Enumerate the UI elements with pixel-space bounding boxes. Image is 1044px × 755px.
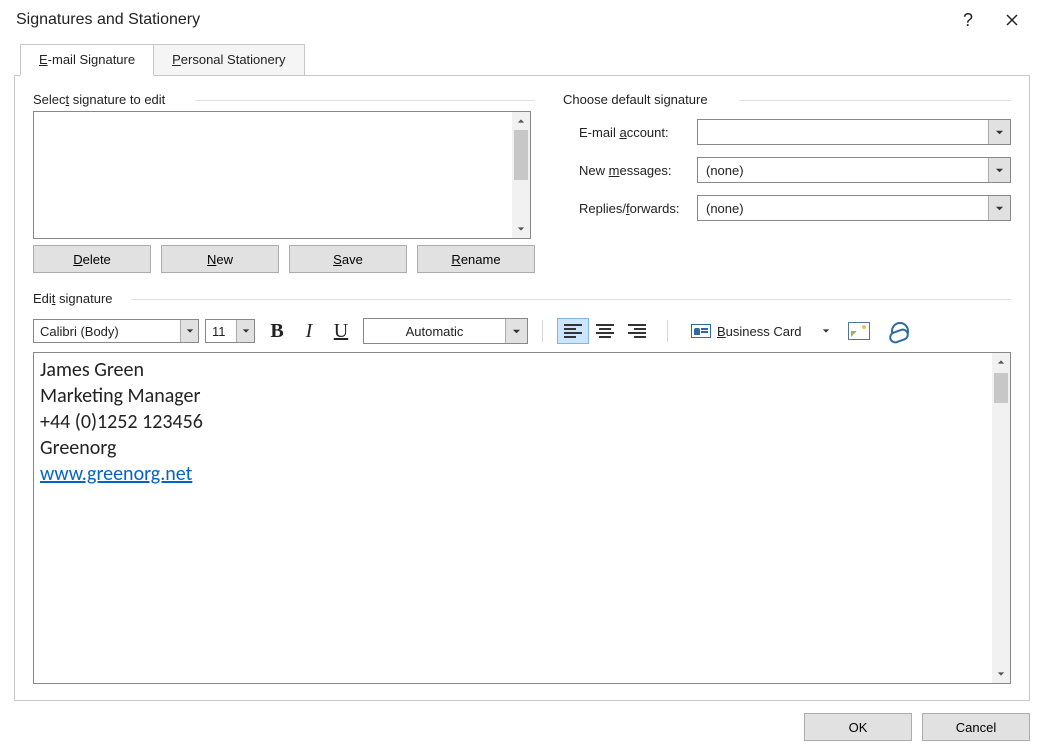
scroll-up-button[interactable] [992, 353, 1010, 371]
font-name-value: Calibri (Body) [34, 324, 180, 339]
italic-icon: I [306, 320, 313, 343]
email-account-combo[interactable] [697, 119, 1011, 145]
chevron-down-icon [517, 225, 525, 233]
chevron-down-icon [186, 327, 194, 335]
email-account-dropdown[interactable] [988, 120, 1010, 144]
signature-editor-wrap: James Green Marketing Manager +44 (0)125… [33, 352, 1011, 684]
signature-line: +44 (0)1252 123456 [40, 409, 986, 435]
select-signature-block: Select signature to edit Delete New [33, 92, 535, 273]
italic-button[interactable]: I [293, 318, 325, 344]
chevron-down-icon [995, 166, 1004, 175]
email-signature-pane: Select signature to edit Delete New [14, 75, 1030, 701]
signature-button-row: Delete New Save Rename [33, 245, 535, 273]
font-color-value: Automatic [364, 324, 505, 339]
edit-signature-section: Edit signature Calibri (Body) 11 B I U [33, 291, 1011, 684]
align-center-icon [596, 324, 614, 338]
font-size-dropdown[interactable] [236, 320, 254, 342]
alignment-group [557, 318, 653, 344]
scroll-down-button[interactable] [992, 665, 1010, 683]
new-messages-label: New messages: [563, 163, 687, 178]
tab-personal-stationery[interactable]: Personal Stationery [154, 44, 304, 75]
help-button[interactable]: ? [946, 5, 990, 35]
picture-icon [848, 322, 870, 340]
tab-strip: E-mail Signature Personal Stationery [14, 44, 1030, 75]
chevron-down-icon [512, 327, 521, 336]
scroll-thumb[interactable] [994, 373, 1008, 403]
dialog-content: E-mail Signature Personal Stationery Sel… [0, 40, 1044, 701]
new-button[interactable]: New [161, 245, 279, 273]
ok-button[interactable]: OK [804, 713, 912, 741]
save-button[interactable]: Save [289, 245, 407, 273]
replies-forwards-label: Replies/forwards: [563, 201, 687, 216]
new-messages-value: (none) [698, 163, 988, 178]
toolbar-separator [667, 320, 668, 342]
delete-button[interactable]: Delete [33, 245, 151, 273]
close-icon [1006, 14, 1018, 26]
font-size-value: 11 [206, 324, 236, 339]
replies-forwards-combo[interactable]: (none) [697, 195, 1011, 221]
listbox-scrollbar[interactable] [512, 112, 530, 238]
font-name-combo[interactable]: Calibri (Body) [33, 319, 199, 343]
chevron-down-icon [995, 204, 1004, 213]
align-left-button[interactable] [557, 318, 589, 344]
chevron-down-icon [997, 670, 1005, 678]
scroll-up-button[interactable] [512, 112, 530, 130]
font-color-combo[interactable]: Automatic [363, 318, 528, 344]
top-row: Select signature to edit Delete New [33, 92, 1011, 273]
new-messages-dropdown[interactable] [988, 158, 1010, 182]
signature-line: Greenorg [40, 435, 986, 461]
cancel-button[interactable]: Cancel [922, 713, 1030, 741]
titlebar: Signatures and Stationery ? [0, 0, 1044, 40]
rename-button[interactable]: Rename [417, 245, 535, 273]
email-account-label: E-mail account: [563, 125, 687, 140]
underline-icon: U [334, 320, 348, 343]
business-card-dropdown[interactable] [817, 318, 835, 344]
new-messages-combo[interactable]: (none) [697, 157, 1011, 183]
font-color-dropdown[interactable] [505, 319, 527, 343]
signature-line: James Green [40, 357, 986, 383]
signature-listbox[interactable] [33, 111, 531, 239]
editor-toolbar: Calibri (Body) 11 B I U Automatic [33, 316, 1011, 346]
edit-signature-label: Edit signature [33, 291, 1011, 306]
chevron-down-icon [995, 128, 1004, 137]
business-card-button[interactable]: Business Card [682, 318, 811, 344]
insert-hyperlink-button[interactable] [883, 318, 919, 344]
window-title: Signatures and Stationery [16, 11, 946, 29]
underline-button[interactable]: U [325, 318, 357, 344]
signature-editor[interactable]: James Green Marketing Manager +44 (0)125… [34, 353, 992, 683]
bold-button[interactable]: B [261, 318, 293, 344]
default-signature-label: Choose default signature [563, 92, 1011, 107]
insert-picture-button[interactable] [841, 318, 877, 344]
dialog-footer: OK Cancel [0, 701, 1044, 755]
signature-line: Marketing Manager [40, 383, 986, 409]
replies-forwards-value: (none) [698, 201, 988, 216]
toolbar-separator [542, 320, 543, 342]
font-style-group: B I U [261, 318, 357, 344]
scroll-down-button[interactable] [512, 220, 530, 238]
default-signature-block: Choose default signature E-mail account:… [563, 92, 1011, 273]
dialog-signatures-stationery: Signatures and Stationery ? E-mail Signa… [0, 0, 1044, 755]
bold-icon: B [270, 320, 283, 343]
replies-forwards-dropdown[interactable] [988, 196, 1010, 220]
font-name-dropdown[interactable] [180, 320, 198, 342]
select-signature-label: Select signature to edit [33, 92, 535, 107]
chevron-down-icon [242, 327, 250, 335]
chevron-up-icon [997, 358, 1005, 366]
align-right-icon [628, 324, 646, 338]
chevron-down-icon [822, 327, 830, 335]
signature-link[interactable]: www.greenorg.net [40, 462, 192, 486]
font-size-combo[interactable]: 11 [205, 319, 255, 343]
tab-email-signature[interactable]: E-mail Signature [20, 44, 154, 76]
business-card-icon [691, 324, 711, 338]
chevron-up-icon [517, 117, 525, 125]
align-right-button[interactable] [621, 318, 653, 344]
align-left-icon [564, 324, 582, 338]
scroll-thumb[interactable] [514, 130, 528, 180]
close-button[interactable] [990, 5, 1034, 35]
editor-scrollbar[interactable] [992, 353, 1010, 683]
align-center-button[interactable] [589, 318, 621, 344]
hyperlink-icon [891, 322, 911, 340]
